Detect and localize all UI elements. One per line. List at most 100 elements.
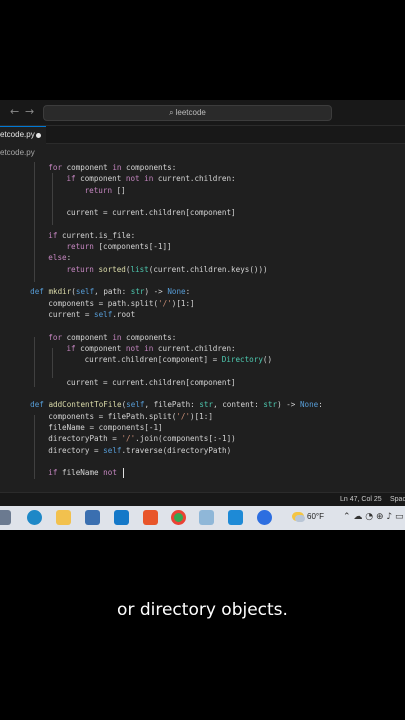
tab-bar: etcode.py [0, 126, 405, 144]
code-token: current = current.children[component] [66, 377, 236, 387]
back-arrow-icon[interactable]: ← [10, 105, 19, 118]
code-token: , content: [213, 400, 264, 410]
code-line[interactable]: if current.is_file: [48, 230, 135, 241]
code-token: current.children: [153, 343, 236, 353]
code-token: )[1:] [171, 298, 195, 308]
code-token: () [262, 355, 273, 365]
code-token: None [167, 287, 186, 297]
forward-arrow-icon[interactable]: → [25, 105, 34, 118]
text-cursor [123, 468, 125, 479]
tab-label: etcode.py [0, 130, 35, 139]
code-line[interactable]: directoryPath = '/'.join(components[:-1]… [48, 433, 235, 444]
search-icon: ⌕ [169, 108, 174, 117]
code-token: .traverse(directoryPath) [121, 445, 232, 455]
code-line[interactable]: def mkdir(self, path: str) -> None: [30, 286, 190, 297]
code-editor[interactable]: for component in components: if component… [0, 162, 405, 482]
indent-guide [52, 348, 53, 378]
code-token: def [30, 287, 44, 297]
code-token: current = current.children[component] [66, 208, 236, 218]
code-line[interactable]: if component not in current.children: [66, 173, 235, 184]
code-line[interactable]: def addContentToFile(self, filePath: str… [30, 399, 323, 410]
weather-icon [292, 512, 305, 523]
code-token: else [48, 253, 67, 263]
cursor-position[interactable]: Ln 47, Col 25 [340, 493, 382, 506]
code-token: str [199, 400, 214, 410]
code-token: '/' [176, 411, 191, 421]
code-line[interactable]: return [components[-1]] [66, 241, 171, 252]
store-icon[interactable] [85, 510, 100, 525]
code-token: Directory [221, 355, 263, 365]
code-token: if [66, 343, 76, 353]
widgets-icon[interactable] [0, 510, 11, 525]
code-token: self [75, 287, 95, 297]
code-token: ) -> [144, 287, 168, 297]
code-line[interactable]: return sorted(list(current.children.keys… [66, 264, 267, 275]
brave-icon[interactable] [143, 510, 158, 525]
code-line[interactable]: else: [48, 252, 71, 263]
code-line[interactable]: current = current.children[component] [66, 377, 235, 388]
code-line[interactable]: current = self.root [48, 309, 135, 320]
code-token: addContentToFile [48, 400, 122, 410]
edge-icon[interactable] [27, 510, 42, 525]
code-line[interactable]: if component not in current.children: [66, 343, 235, 354]
code-token: return [66, 264, 94, 274]
code-line[interactable]: for component in components: [48, 332, 176, 343]
code-token: for [48, 163, 63, 172]
code-line[interactable]: fileName = components[-1] [48, 422, 162, 433]
code-token: return [84, 185, 113, 195]
code-token: current.is_file: [57, 230, 136, 240]
code-line[interactable]: current = current.children[component] [66, 207, 235, 218]
zoom-icon[interactable] [257, 510, 272, 525]
code-token: directory = [48, 445, 104, 455]
search-text: leetcode [175, 108, 206, 117]
code-token: def [30, 400, 44, 410]
status-bar: Ln 47, Col 25 Spac [0, 492, 405, 506]
code-token: : [185, 287, 191, 297]
indent-guide [34, 162, 35, 282]
weather-widget[interactable]: 60°F [292, 512, 324, 523]
command-center-search[interactable]: ⌕ leetcode [43, 105, 332, 121]
code-line[interactable]: components = path.split('/')[1:] [48, 298, 194, 309]
code-token: current.children[component] = [84, 355, 222, 365]
indent-guide [34, 415, 35, 479]
code-token: , path: [94, 287, 131, 297]
breadcrumb[interactable]: etcode.py [0, 146, 35, 160]
code-line[interactable]: for component in components: [48, 162, 176, 173]
chrome-icon[interactable] [171, 510, 186, 525]
code-token: not [103, 468, 117, 478]
code-token: (current.children.keys())) [148, 264, 268, 274]
app-icon[interactable] [199, 510, 214, 525]
code-token: ) -> [277, 400, 300, 410]
mail-icon[interactable] [114, 510, 129, 525]
code-token: current = [48, 309, 95, 319]
code-token: directoryPath = [48, 434, 122, 444]
code-token: fileName [57, 468, 104, 478]
vscode-icon[interactable] [228, 510, 243, 525]
indent-guide [34, 337, 35, 387]
windows-taskbar: 60°F ⌃ ☁ ◔ ⊕ ♪ ▭ [0, 506, 405, 530]
code-token: not in [125, 174, 154, 184]
unsaved-dot-icon[interactable] [36, 133, 41, 138]
video-caption: or directory objects. [117, 600, 288, 620]
code-token: : [318, 400, 323, 410]
code-token: )[1:] [190, 411, 213, 421]
code-line[interactable]: current.children[component] = Directory(… [85, 354, 272, 365]
temperature: 60°F [307, 512, 324, 521]
code-line[interactable]: components = filePath.split('/')[1:] [48, 411, 213, 422]
code-token: str [263, 400, 278, 410]
system-tray-icons[interactable]: ⌃ ☁ ◔ ⊕ ♪ ▭ [343, 512, 404, 522]
code-token: str [130, 287, 145, 297]
code-line[interactable]: if fileName not [48, 467, 125, 479]
code-token: mkdir [48, 287, 72, 297]
code-token: return [66, 242, 94, 252]
tab-leetcode-py[interactable]: etcode.py [0, 126, 46, 144]
file-explorer-icon[interactable] [56, 510, 71, 525]
code-token: if [66, 174, 76, 184]
indentation-status[interactable]: Spac [390, 493, 405, 506]
code-token: not in [125, 343, 154, 353]
code-line[interactable]: return [] [85, 185, 126, 196]
code-token: .join(components[:-1]) [135, 434, 236, 444]
code-token: self [103, 445, 122, 455]
code-line[interactable]: directory = self.traverse(directoryPath) [48, 445, 231, 456]
code-token: '/' [158, 298, 172, 308]
